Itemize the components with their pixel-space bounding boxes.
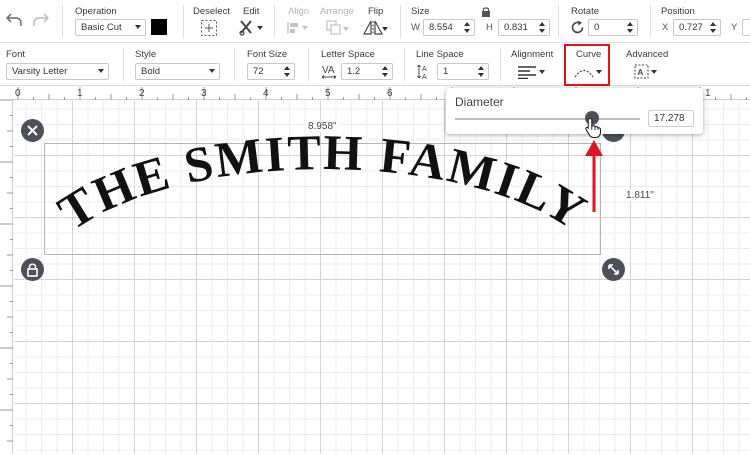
curved-text: THE SMITH FAMILY [48,124,597,241]
height-dimension-label: 1.811" [624,190,656,201]
close-icon [27,125,38,136]
annotation-arrow [585,140,603,212]
resize-handle[interactable] [602,258,625,281]
diameter-slider-track[interactable] [455,118,640,120]
lock-icon [27,263,38,277]
curved-text-object[interactable]: THE SMITH FAMILY [0,0,750,454]
diameter-title: Diameter [455,95,504,109]
diameter-input[interactable]: 17.278 [648,110,694,127]
delete-handle[interactable] [21,119,44,142]
curve-diameter-popup: Diameter 17.278 [446,88,703,134]
resize-icon [608,264,619,275]
width-dimension-label: 8.958" [306,121,339,132]
diameter-value: 17.278 [654,113,685,124]
curved-text-content: THE SMITH FAMILY [48,124,595,241]
hand-cursor-icon [585,117,602,139]
lock-handle[interactable] [21,258,44,281]
